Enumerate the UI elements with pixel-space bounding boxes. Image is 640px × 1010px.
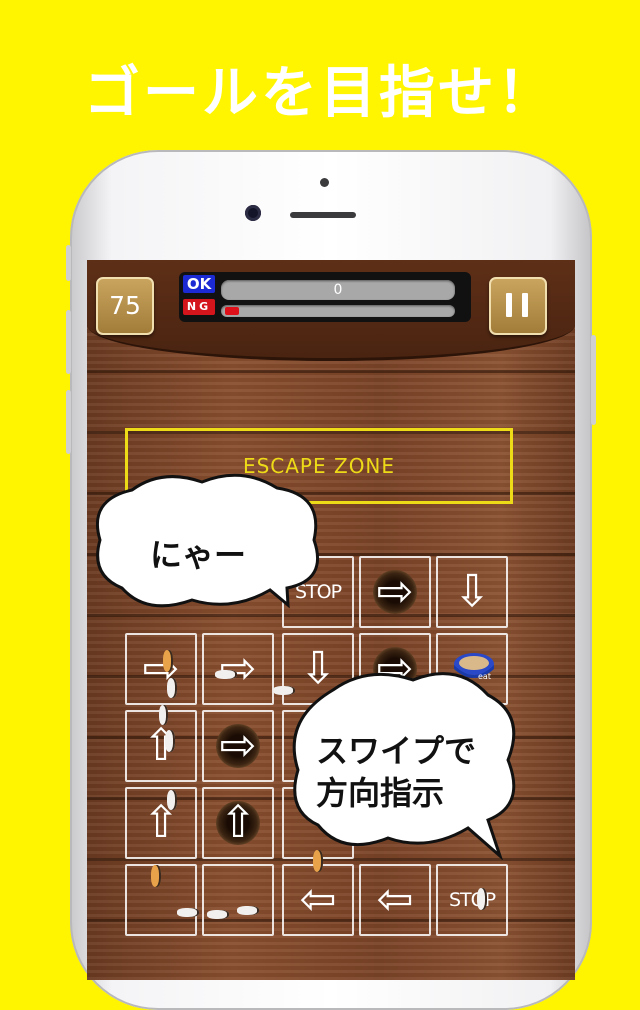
board-cell[interactable]: ⇧: [125, 787, 197, 859]
game-screen[interactable]: 75 OK 0 NG ESCAPE ZONE STOP ⇨ ⇩ ⇨ ⇨ ⇩ ⇨ …: [87, 260, 575, 980]
cat-sprite: [177, 908, 199, 917]
arrow-down-icon: ⇩: [453, 566, 491, 617]
hud-bar: 75 OK 0 NG: [87, 260, 575, 361]
board-cell[interactable]: [125, 864, 197, 936]
arrow-left-icon: ⇦: [376, 874, 414, 925]
ok-progress-bar: 0: [221, 280, 455, 300]
instruction-text-line1: スワイプで: [316, 732, 477, 770]
arrow-right-icon: ⇨: [219, 643, 257, 694]
instruction-text-line2: 方向指示: [316, 774, 445, 812]
ok-label: OK: [183, 275, 215, 293]
front-camera: [245, 205, 261, 221]
power-button: [591, 335, 596, 425]
board-cell[interactable]: ⇦: [359, 864, 431, 936]
cat-sprite: [207, 910, 229, 919]
volume-down-button: [66, 390, 71, 454]
arrow-right-icon: ⇨: [219, 720, 257, 771]
cat-sprite: [151, 865, 161, 887]
arrow-up-icon: ⇧: [142, 797, 180, 848]
board-cell[interactable]: ⇨: [359, 556, 431, 628]
stop-sign: STOP: [448, 889, 496, 911]
ng-label: NG: [183, 299, 215, 315]
arrow-up-icon: ⇧: [219, 797, 257, 848]
cat-sprite: [167, 790, 177, 810]
ng-progress-fill: [225, 307, 239, 315]
cat-sprite: [477, 888, 487, 910]
cat-sprite: [215, 670, 237, 679]
board-cell[interactable]: ⇧: [202, 787, 274, 859]
board-cell[interactable]: ⇦: [282, 864, 354, 936]
board-cell[interactable]: [202, 864, 274, 936]
board-cell[interactable]: ⇨: [125, 633, 197, 705]
mute-switch: [66, 245, 71, 281]
cat-sprite: [237, 906, 259, 915]
arrow-left-icon: ⇦: [299, 874, 337, 925]
proximity-sensor: [320, 178, 329, 187]
cat-sprite: [165, 730, 175, 752]
arrow-right-icon: ⇨: [376, 566, 414, 617]
cat-sprite: [167, 678, 177, 698]
remaining-counter: 75: [96, 277, 154, 335]
cat-sprite: [163, 650, 173, 672]
headline: ゴールを目指せ！: [84, 61, 556, 126]
pause-button[interactable]: [489, 277, 547, 335]
ng-progress-bar: [221, 305, 455, 317]
volume-up-button: [66, 310, 71, 374]
meow-text: にゃー: [150, 536, 247, 574]
board-cell[interactable]: ⇨: [202, 633, 274, 705]
arrow-right-icon: ⇨: [142, 643, 180, 694]
earpiece-speaker: [290, 212, 356, 218]
board-cell[interactable]: ⇩: [436, 556, 508, 628]
score-meter: OK 0 NG: [179, 272, 471, 322]
board-cell[interactable]: STOP: [436, 864, 508, 936]
board-cell[interactable]: ⇨: [202, 710, 274, 782]
cat-sprite: [159, 705, 168, 725]
ok-count: 0: [333, 282, 343, 298]
